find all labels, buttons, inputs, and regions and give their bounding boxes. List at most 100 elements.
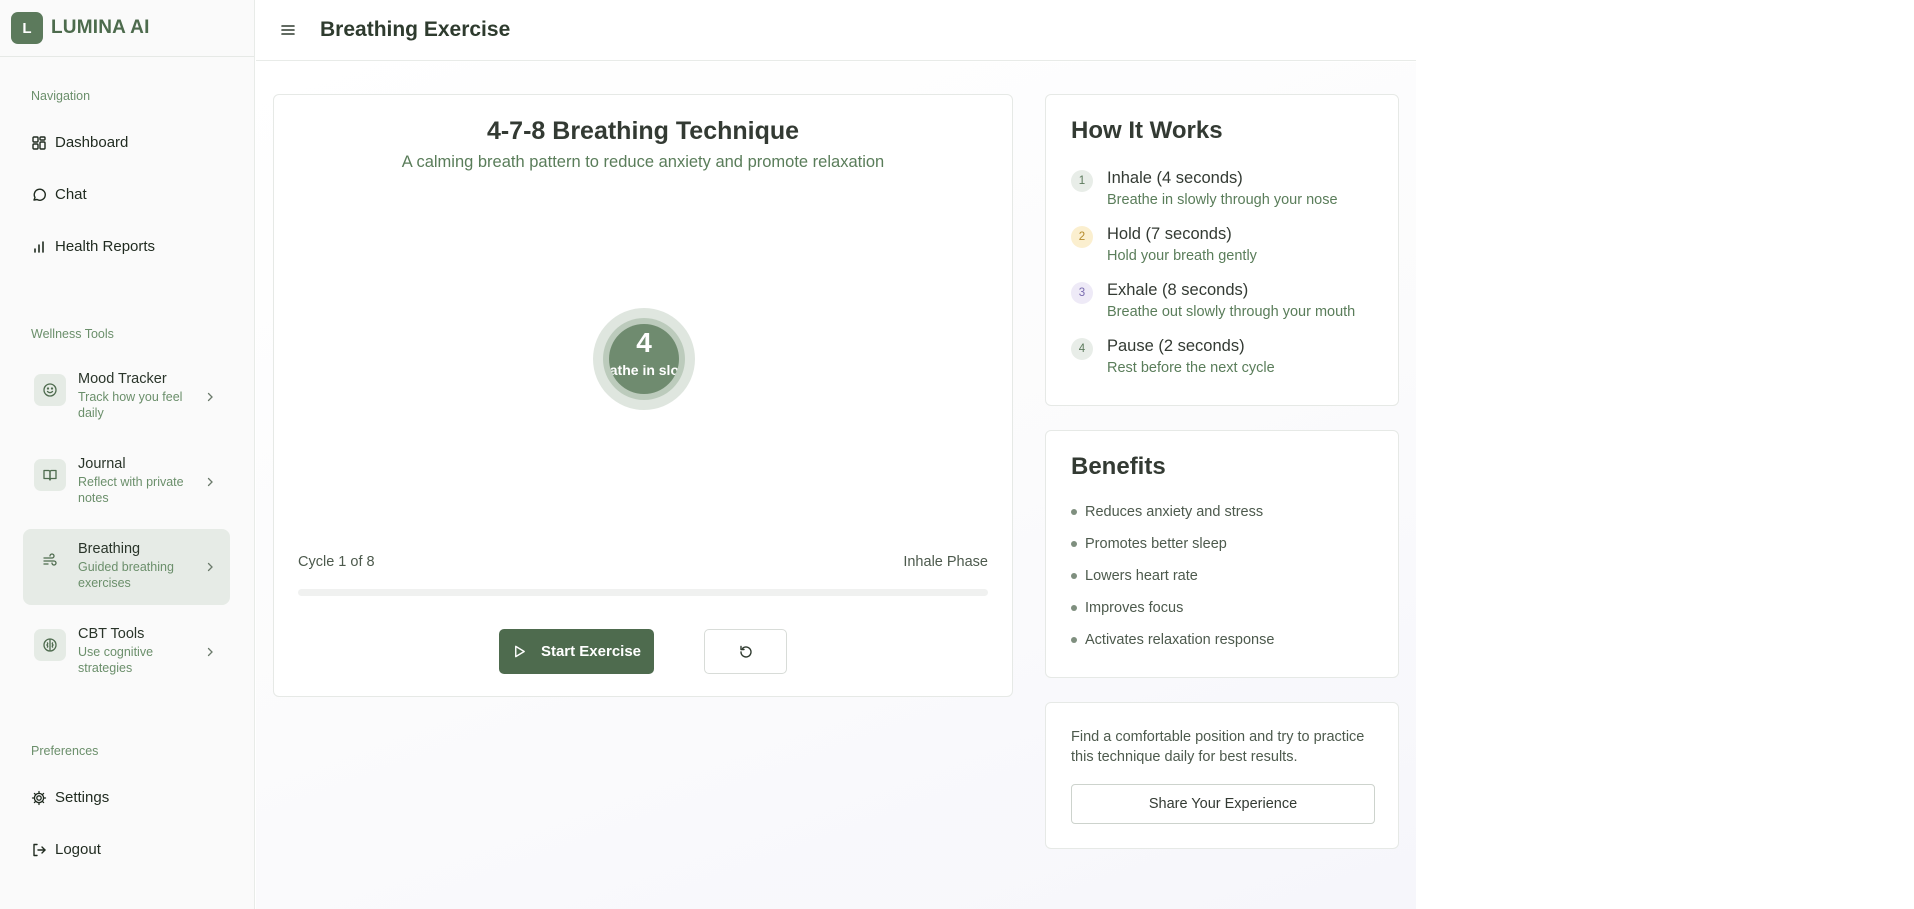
- chevron-right-icon: [207, 477, 213, 487]
- tool-icon-wrap: [34, 544, 66, 576]
- step-item: 4 Pause (2 seconds) Rest before the next…: [1071, 337, 1275, 376]
- chevron-right-icon: [207, 562, 213, 572]
- brand-logo: L: [11, 12, 43, 44]
- benefit-text: Lowers heart rate: [1085, 568, 1198, 584]
- play-icon: [515, 645, 525, 658]
- brand-name: LUMINA AI: [51, 17, 150, 38]
- bullet: [1071, 541, 1077, 547]
- phase-label: Inhale Phase: [903, 554, 988, 570]
- chevron-right-icon: [207, 392, 213, 402]
- how-it-works-title: How It Works: [1071, 117, 1223, 144]
- tool-subtitle: Track how you feel daily: [78, 390, 183, 420]
- page-title: Breathing Exercise: [320, 18, 511, 41]
- chat-icon: [33, 188, 46, 201]
- nav-item-label: Chat: [55, 186, 87, 203]
- bullet: [1071, 637, 1077, 643]
- breathing-circle: 4 Breathe in slowly: [609, 324, 679, 394]
- nav-item-health-reports[interactable]: Health Reports: [31, 238, 155, 255]
- start-exercise-label: Start Exercise: [540, 643, 642, 660]
- benefit-text: Promotes better sleep: [1085, 536, 1227, 552]
- tool-breathing[interactable]: Breathing Guided breathing exercises: [23, 529, 230, 605]
- brand[interactable]: L LUMINA AI: [0, 0, 254, 57]
- bullet: [1071, 605, 1077, 611]
- tip-card: Find a comfortable position and try to p…: [1045, 702, 1399, 849]
- blank-area: [1416, 0, 1914, 909]
- step-number: 2: [1071, 226, 1093, 248]
- bullet: [1071, 509, 1077, 515]
- step-item: 1 Inhale (4 seconds) Breathe in slowly t…: [1071, 169, 1338, 208]
- tool-title: Mood Tracker: [78, 371, 167, 387]
- tool-mood-tracker[interactable]: Mood Tracker Track how you feel daily: [23, 359, 230, 435]
- brain-icon: [43, 638, 57, 652]
- nav-item-dashboard[interactable]: Dashboard: [31, 134, 128, 151]
- start-exercise-button[interactable]: Start Exercise: [499, 629, 654, 674]
- step-title: Hold (7 seconds): [1107, 225, 1232, 243]
- benefit-item: Reduces anxiety and stress: [1071, 504, 1263, 520]
- smile-icon: [43, 383, 57, 397]
- reset-button[interactable]: [704, 629, 787, 674]
- exercise-title: 4-7-8 Breathing Technique: [486, 117, 800, 145]
- step-number: 3: [1071, 282, 1093, 304]
- gear-icon: [31, 790, 47, 805]
- tool-cbt-tools[interactable]: CBT Tools Use cognitive strategies: [23, 614, 230, 690]
- step-number: 4: [1071, 338, 1093, 360]
- cycle-counter: Cycle 1 of 8: [298, 554, 375, 570]
- nav-item-logout[interactable]: Logout: [31, 841, 101, 858]
- step-title: Exhale (8 seconds): [1107, 281, 1249, 299]
- step-number: 1: [1071, 170, 1093, 192]
- nav-item-settings[interactable]: Settings: [31, 789, 109, 806]
- share-experience-button[interactable]: Share Your Experience: [1071, 784, 1375, 824]
- menu-button[interactable]: [278, 20, 298, 40]
- step-title: Pause (2 seconds): [1107, 337, 1245, 355]
- tool-title: CBT Tools: [78, 626, 145, 642]
- step-item: 3 Exhale (8 seconds) Breathe out slowly …: [1071, 281, 1355, 320]
- step-description: Hold your breath gently: [1107, 248, 1257, 264]
- tool-title: Journal: [78, 456, 126, 472]
- benefit-item: Improves focus: [1071, 600, 1183, 616]
- reset-icon: [739, 645, 752, 658]
- step-item: 2 Hold (7 seconds) Hold your breath gent…: [1071, 225, 1257, 264]
- benefit-text: Activates relaxation response: [1085, 632, 1275, 648]
- sidebar: L LUMINA AI Navigation Dashboard Chat He…: [0, 0, 255, 909]
- how-it-works-card: How It Works 1 Inhale (4 seconds) Breath…: [1045, 94, 1399, 406]
- nav-item-chat[interactable]: Chat: [31, 186, 87, 203]
- logout-icon: [33, 843, 46, 856]
- tool-icon-wrap: [34, 374, 66, 406]
- tools-section-label: Wellness Tools: [31, 327, 114, 341]
- step-description: Breathe out slowly through your mouth: [1107, 304, 1356, 320]
- tool-icon-wrap: [34, 629, 66, 661]
- benefit-item: Lowers heart rate: [1071, 568, 1198, 584]
- tool-title: Breathing: [78, 541, 141, 557]
- step-description: Breathe in slowly through your nose: [1107, 192, 1338, 208]
- book-icon: [43, 469, 57, 481]
- bar-chart-icon: [34, 240, 44, 253]
- nav-item-label: Health Reports: [55, 238, 156, 255]
- prefs-section-label: Preferences: [31, 744, 99, 758]
- benefit-text: Reduces anxiety and stress: [1085, 504, 1264, 520]
- tool-icon-wrap: [34, 459, 66, 491]
- progress-bar: [298, 589, 988, 596]
- step-title: Inhale (4 seconds): [1107, 169, 1243, 187]
- top-bar: Breathing Exercise: [256, 0, 1416, 61]
- chevron-right-icon: [207, 647, 213, 657]
- benefits-title: Benefits: [1071, 453, 1166, 480]
- dashboard-icon: [32, 135, 46, 150]
- benefits-card: Benefits Reduces anxiety and stress Prom…: [1045, 430, 1399, 678]
- tool-subtitle: Use cognitive strategies: [78, 645, 154, 675]
- tool-subtitle: Guided breathing exercises: [78, 560, 174, 590]
- nav-item-label: Logout: [55, 841, 101, 858]
- breath-instruction: Breathe in slowly: [609, 362, 679, 378]
- bullet: [1071, 573, 1077, 579]
- nav-item-label: Settings: [55, 789, 110, 806]
- nav-item-label: Dashboard: [55, 134, 129, 151]
- nav-section-label: Navigation: [31, 89, 91, 103]
- hamburger-menu-icon: [281, 25, 295, 35]
- wind-icon: [43, 553, 57, 566]
- step-description: Rest before the next cycle: [1107, 360, 1275, 376]
- benefit-item: Activates relaxation response: [1071, 632, 1274, 648]
- exercise-subtitle: A calming breath pattern to reduce anxie…: [401, 153, 885, 171]
- benefit-item: Promotes better sleep: [1071, 536, 1227, 552]
- tip-text: Find a comfortable position and try to p…: [1071, 729, 1365, 765]
- tool-journal[interactable]: Journal Reflect with private notes: [23, 444, 230, 520]
- tool-subtitle: Reflect with private notes: [78, 475, 184, 505]
